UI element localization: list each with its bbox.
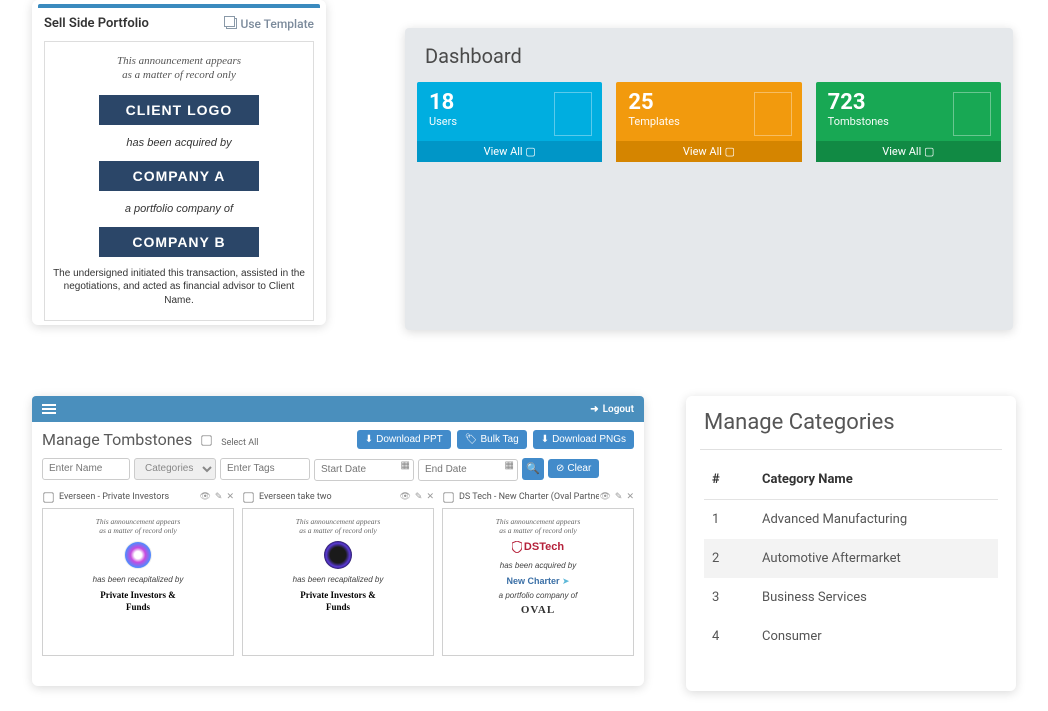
item-checkbox[interactable] [443, 492, 453, 502]
dashboard-panel: Dashboard 18 Users View All ▢ 25 Templat… [405, 28, 1013, 330]
table-row[interactable]: 3 Business Services [704, 578, 998, 617]
template-title: Sell Side Portfolio [44, 16, 149, 31]
search-icon: 🔍 [526, 463, 540, 475]
stat-card-templates[interactable]: 25 Templates View All ▢ [616, 82, 801, 162]
start-date-input[interactable] [314, 459, 414, 481]
tombstone-item: DS Tech - New Charter (Oval Partners) 👁 … [442, 489, 634, 656]
company-a-banner: COMPANY A [99, 161, 259, 191]
users-icon [554, 92, 592, 136]
stat-card-tombstones[interactable]: 723 Tombstones View All ▢ [816, 82, 1001, 162]
name-filter-input[interactable] [42, 458, 130, 480]
manage-tombstones-title: Manage Tombstones [42, 430, 192, 449]
tombstones-icon [953, 92, 991, 136]
item-checkbox[interactable] [43, 492, 53, 502]
template-card: Sell Side Portfolio Use Template This an… [32, 0, 326, 325]
tombstone-preview[interactable]: This announcement appears as a matter of… [242, 508, 434, 656]
company-b-banner: COMPANY B [99, 227, 259, 257]
delete-icon[interactable]: ✕ [626, 492, 634, 502]
tombstone-preview[interactable]: This announcement appears as a matter of… [442, 508, 634, 656]
item-checkbox[interactable] [243, 492, 253, 502]
edit-icon[interactable]: ✎ [415, 492, 423, 502]
arrow-icon: ➤ [562, 576, 570, 586]
manage-tombstones-panel: ➜ Logout Manage Tombstones Select All ⬇ … [32, 396, 644, 686]
view-all-users[interactable]: View All ▢ [417, 141, 602, 162]
menu-icon[interactable] [42, 404, 56, 414]
tombstone-item: Everseen take two 👁 ✎ ✕ This announcemen… [242, 489, 434, 656]
clear-icon: ⊘ [556, 463, 564, 474]
table-row[interactable]: 2 Automotive Aftermarket [704, 539, 998, 578]
view-icon[interactable]: 👁 [199, 492, 210, 502]
end-date-input[interactable] [418, 459, 518, 481]
download-pngs-button[interactable]: ⬇ Download PNGs [533, 430, 634, 449]
bulk-tag-button[interactable]: 🏷 Bulk Tag [457, 430, 527, 449]
use-template-button[interactable]: Use Template [226, 17, 315, 31]
edit-icon[interactable]: ✎ [615, 492, 623, 502]
categories-title: Manage Categories [686, 396, 1016, 449]
logout-button[interactable]: ➜ Logout [590, 404, 634, 415]
everseen-logo-icon [324, 541, 352, 569]
download-icon: ⬇ [541, 434, 549, 445]
view-icon[interactable]: 👁 [599, 492, 610, 502]
templates-icon [754, 92, 792, 136]
navbar: ➜ Logout [32, 396, 644, 422]
manage-categories-panel: Manage Categories # Category Name 1 Adva… [686, 396, 1016, 691]
select-all-checkbox[interactable] [202, 436, 212, 446]
view-all-templates[interactable]: View All ▢ [616, 141, 801, 162]
view-all-tombstones[interactable]: View All ▢ [816, 141, 1001, 162]
download-ppt-button[interactable]: ⬇ Download PPT [357, 430, 451, 449]
client-logo-banner: CLIENT LOGO [99, 95, 259, 125]
template-preview: This announcement appears as a matter of… [44, 41, 314, 321]
dashboard-title: Dashboard [405, 28, 1013, 82]
view-icon[interactable]: 👁 [399, 492, 410, 502]
table-header: # Category Name [704, 460, 998, 500]
categories-table: # Category Name 1 Advanced Manufacturing… [686, 450, 1016, 656]
shield-icon [512, 541, 522, 553]
copy-icon [226, 18, 237, 29]
categories-filter-select[interactable]: Categories [134, 458, 216, 480]
table-row[interactable]: 1 Advanced Manufacturing [704, 500, 998, 539]
delete-icon[interactable]: ✕ [226, 492, 234, 502]
clear-button[interactable]: ⊘ Clear [548, 459, 599, 478]
edit-icon[interactable]: ✎ [215, 492, 223, 502]
tags-filter-input[interactable] [220, 458, 310, 480]
delete-icon[interactable]: ✕ [426, 492, 434, 502]
table-row[interactable]: 4 Consumer [704, 617, 998, 656]
tag-icon: 🏷 [465, 434, 478, 445]
download-icon: ⬇ [365, 434, 373, 445]
logout-icon: ➜ [590, 404, 598, 415]
stat-card-users[interactable]: 18 Users View All ▢ [417, 82, 602, 162]
tombstone-preview[interactable]: This announcement appears as a matter of… [42, 508, 234, 656]
everseen-logo-icon [124, 541, 152, 569]
tombstone-item: Everseen - Private Investors 👁 ✎ ✕ This … [42, 489, 234, 656]
search-button[interactable]: 🔍 [522, 458, 544, 480]
